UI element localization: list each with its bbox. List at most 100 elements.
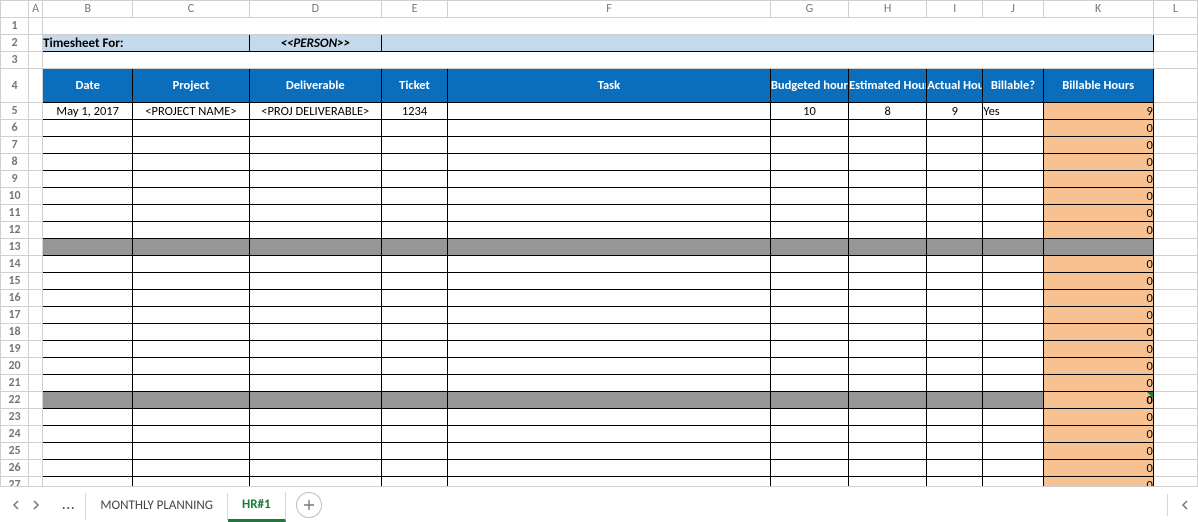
project-cell[interactable] (133, 273, 249, 290)
billableq-cell[interactable] (983, 188, 1043, 205)
estimated-cell[interactable] (849, 273, 927, 290)
row-header-8[interactable]: 8 (1, 154, 29, 171)
sep-cell[interactable] (1043, 239, 1153, 256)
cell-L8[interactable] (1153, 154, 1197, 171)
cell-A6[interactable] (29, 120, 43, 137)
row-header-17[interactable]: 17 (1, 307, 29, 324)
task-cell[interactable] (448, 460, 771, 477)
task-cell[interactable] (448, 222, 771, 239)
deliverable-cell[interactable] (249, 443, 381, 460)
budgeted-cell[interactable] (770, 256, 848, 273)
billable-hours-cell[interactable]: 0 (1043, 324, 1153, 341)
estimated-cell[interactable] (849, 426, 927, 443)
actual-cell[interactable] (927, 205, 983, 222)
cell-L20[interactable] (1153, 358, 1197, 375)
hdr-date[interactable]: Date (43, 69, 133, 103)
actual-cell[interactable] (927, 154, 983, 171)
cell-A17[interactable] (29, 307, 43, 324)
cell-A7[interactable] (29, 137, 43, 154)
budgeted-cell[interactable] (770, 460, 848, 477)
deliverable-cell[interactable] (249, 256, 381, 273)
cell-A16[interactable] (29, 290, 43, 307)
cell-L4[interactable] (1153, 69, 1197, 103)
sep-cell[interactable] (770, 392, 848, 409)
date-cell[interactable] (43, 307, 133, 324)
row-header-9[interactable]: 9 (1, 171, 29, 188)
task-cell[interactable] (448, 103, 771, 120)
timesheet-person[interactable]: <<PERSON>> (249, 35, 381, 52)
ticket-cell[interactable] (381, 409, 447, 426)
cell-L19[interactable] (1153, 341, 1197, 358)
budgeted-cell[interactable] (770, 290, 848, 307)
row-header-15[interactable]: 15 (1, 273, 29, 290)
actual-cell[interactable] (927, 375, 983, 392)
actual-cell[interactable] (927, 307, 983, 324)
cell-L18[interactable] (1153, 324, 1197, 341)
hdr-billableq[interactable]: Billable? (983, 69, 1043, 103)
project-cell[interactable] (133, 307, 249, 324)
billableq-cell[interactable] (983, 358, 1043, 375)
estimated-cell[interactable] (849, 358, 927, 375)
ticket-cell[interactable]: 1234 (381, 103, 447, 120)
deliverable-cell[interactable] (249, 426, 381, 443)
cell-L17[interactable] (1153, 307, 1197, 324)
timesheet-for-label[interactable]: Timesheet For: (43, 35, 250, 52)
cell-A23[interactable] (29, 409, 43, 426)
billable-hours-cell[interactable]: 0 (1043, 341, 1153, 358)
hscroll-left-icon[interactable] (1178, 498, 1192, 512)
cell-L6[interactable] (1153, 120, 1197, 137)
cell-A5[interactable] (29, 103, 43, 120)
budgeted-cell[interactable] (770, 358, 848, 375)
col-G[interactable]: G (770, 1, 848, 18)
project-cell[interactable] (133, 341, 249, 358)
add-sheet-button[interactable] (296, 492, 322, 518)
deliverable-cell[interactable] (249, 273, 381, 290)
billable-hours-cell[interactable]: 0 (1043, 307, 1153, 324)
deliverable-cell[interactable] (249, 375, 381, 392)
billable-hours-cell[interactable]: 0 (1043, 171, 1153, 188)
actual-cell[interactable] (927, 409, 983, 426)
sep-cell[interactable] (381, 392, 447, 409)
cell-L5[interactable] (1153, 103, 1197, 120)
row-header-1[interactable]: 1 (1, 18, 29, 35)
row-header-3[interactable]: 3 (1, 52, 29, 69)
cell-L22[interactable] (1153, 392, 1197, 409)
budgeted-cell[interactable] (770, 426, 848, 443)
col-B[interactable]: B (43, 1, 133, 18)
cell-A21[interactable] (29, 375, 43, 392)
billable-hours-cell[interactable]: 0 (1043, 392, 1153, 409)
billable-hours-cell[interactable]: 0 (1043, 120, 1153, 137)
billableq-cell[interactable] (983, 409, 1043, 426)
billableq-cell[interactable] (983, 324, 1043, 341)
ticket-cell[interactable] (381, 137, 447, 154)
ticket-cell[interactable] (381, 460, 447, 477)
budgeted-cell[interactable] (770, 341, 848, 358)
budgeted-cell[interactable] (770, 375, 848, 392)
cell-L12[interactable] (1153, 222, 1197, 239)
project-cell[interactable] (133, 154, 249, 171)
sep-cell[interactable] (43, 392, 133, 409)
row-header-19[interactable]: 19 (1, 341, 29, 358)
date-cell[interactable] (43, 256, 133, 273)
budgeted-cell[interactable] (770, 324, 848, 341)
row-header-5[interactable]: 5 (1, 103, 29, 120)
ticket-cell[interactable] (381, 290, 447, 307)
project-cell[interactable] (133, 375, 249, 392)
estimated-cell[interactable] (849, 460, 927, 477)
row-header-25[interactable]: 25 (1, 443, 29, 460)
billableq-cell[interactable] (983, 154, 1043, 171)
deliverable-cell[interactable] (249, 137, 381, 154)
cell-L26[interactable] (1153, 460, 1197, 477)
budgeted-cell[interactable] (770, 409, 848, 426)
billableq-cell[interactable] (983, 290, 1043, 307)
billableq-cell[interactable] (983, 137, 1043, 154)
project-cell[interactable] (133, 222, 249, 239)
actual-cell[interactable] (927, 443, 983, 460)
actual-cell[interactable] (927, 137, 983, 154)
cell-L9[interactable] (1153, 171, 1197, 188)
billableq-cell[interactable] (983, 341, 1043, 358)
actual-cell[interactable] (927, 256, 983, 273)
billableq-cell[interactable] (983, 460, 1043, 477)
actual-cell[interactable] (927, 290, 983, 307)
billableq-cell[interactable] (983, 222, 1043, 239)
